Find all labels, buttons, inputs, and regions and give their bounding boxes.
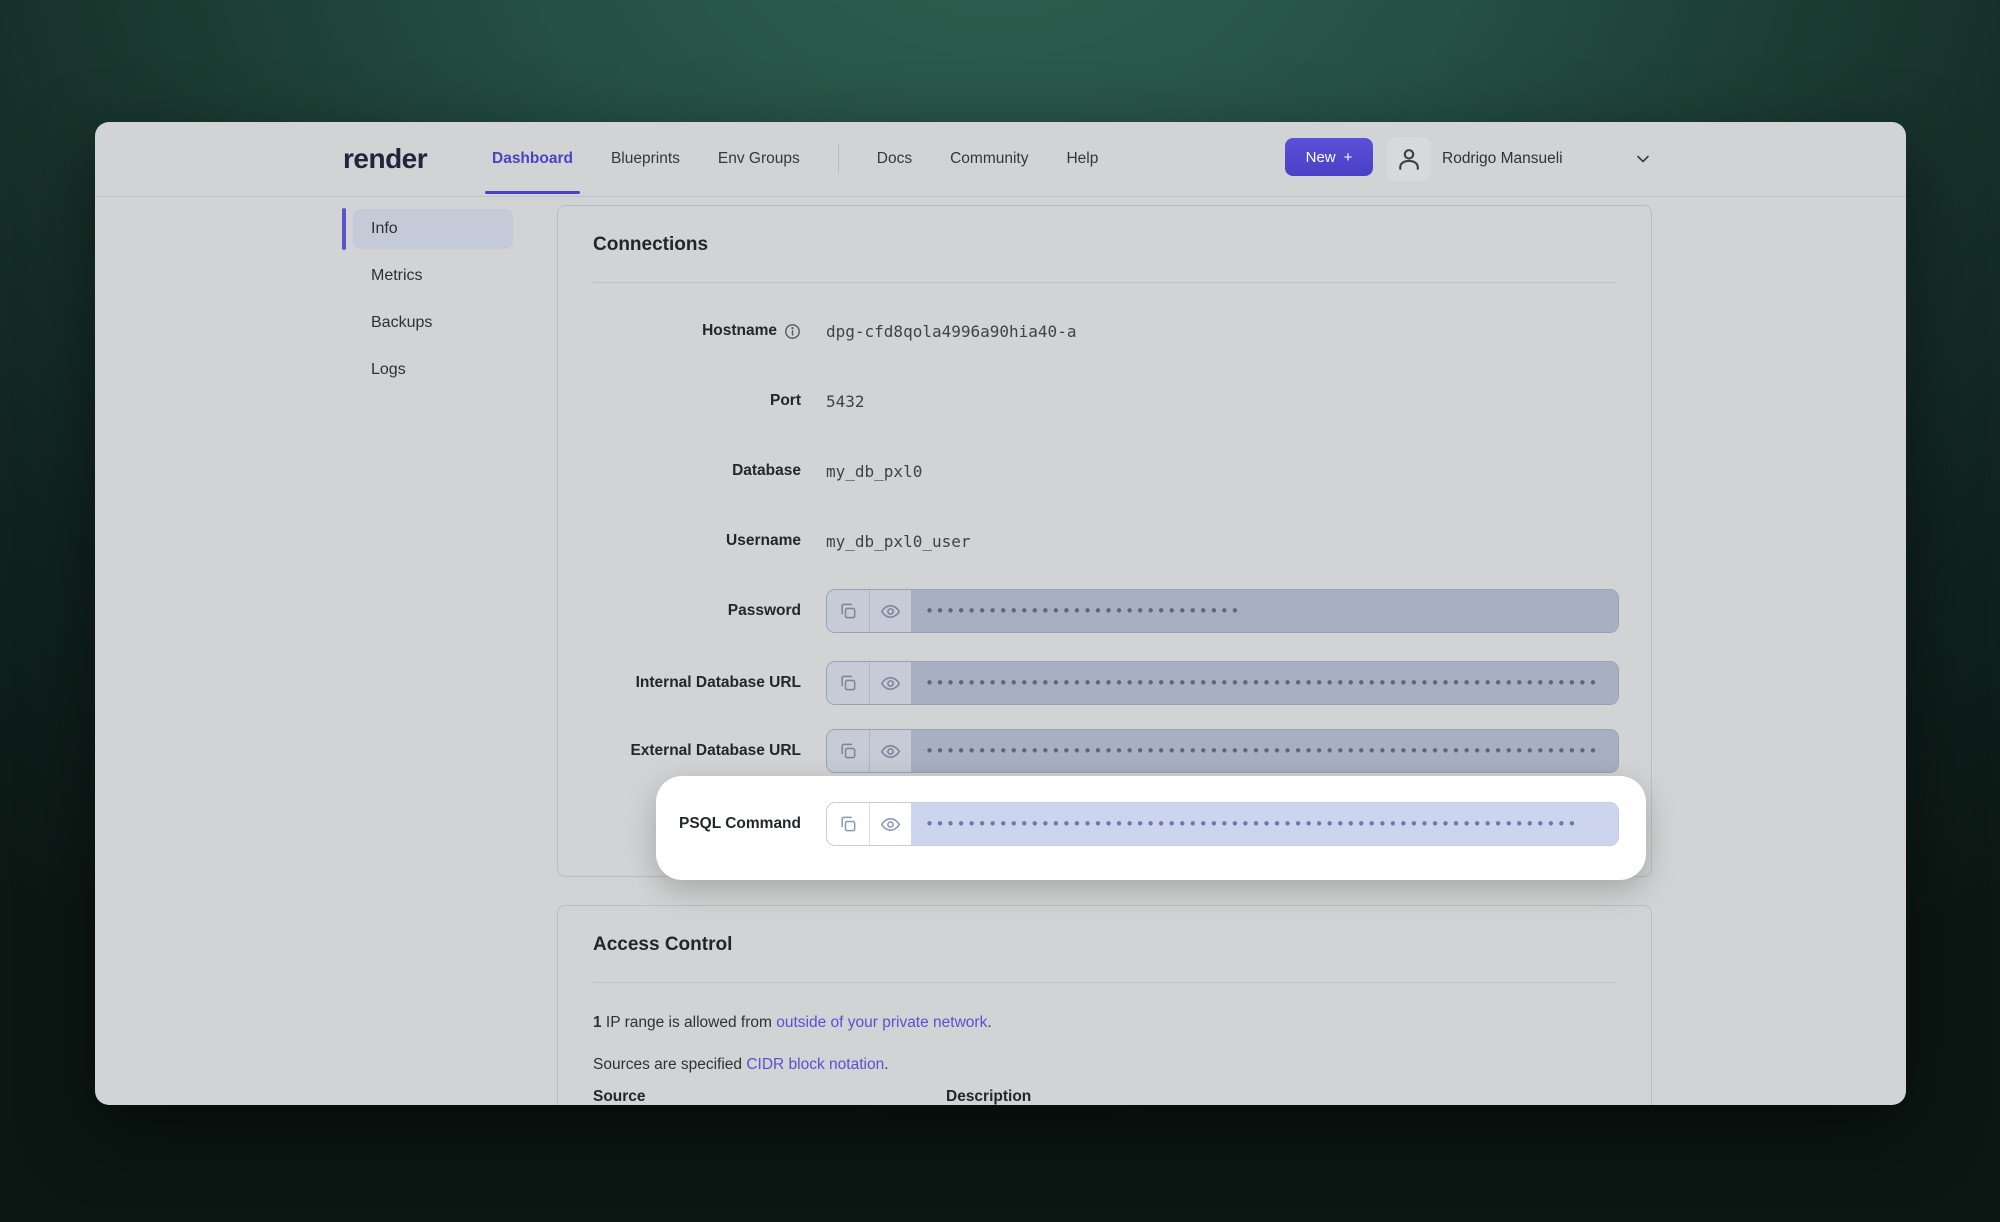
- database-row: Database my_db_pxl0: [558, 449, 1651, 493]
- internal-url-row: Internal Database URL ••••••••••••••••••…: [558, 661, 1651, 705]
- psql-command-masked-value[interactable]: ••••••••••••••••••••••••••••••••••••••••…: [911, 803, 1618, 845]
- password-row: Password ••••••••••••••••••••••••••••••: [558, 589, 1651, 633]
- info-icon[interactable]: [784, 323, 801, 340]
- connections-divider: [593, 282, 1616, 283]
- eye-icon[interactable]: [869, 803, 911, 845]
- external-url-masked-value[interactable]: ••••••••••••••••••••••••••••••••••••••••…: [911, 730, 1618, 772]
- username-label: Username: [726, 532, 801, 550]
- port-label: Port: [770, 392, 801, 410]
- external-url-label: External Database URL: [630, 742, 801, 760]
- avatar[interactable]: [1387, 137, 1431, 181]
- ip-range-text: 1 IP range is allowed from outside of yo…: [593, 1014, 992, 1032]
- username-value: my_db_pxl0_user: [826, 532, 971, 551]
- ip-count: 1: [593, 1014, 602, 1031]
- sidebar-item-label: Logs: [371, 361, 406, 379]
- psql-command-label: PSQL Command: [679, 815, 801, 833]
- port-value: 5432: [826, 392, 865, 411]
- copy-icon[interactable]: [827, 803, 869, 845]
- hostname-row: Hostname dpg-cfd8qola4996a90hia40-a: [558, 309, 1651, 353]
- password-field: ••••••••••••••••••••••••••••••: [826, 589, 1619, 633]
- psql-command-row: PSQL Command •••••••••••••••••••••••••••…: [558, 802, 1651, 846]
- internal-url-label: Internal Database URL: [636, 674, 801, 692]
- sources-text: Sources are specified CIDR block notatio…: [593, 1056, 889, 1074]
- database-label: Database: [732, 462, 801, 480]
- nav-separator: [838, 144, 839, 174]
- plus-icon: +: [1344, 149, 1353, 166]
- password-masked-value[interactable]: ••••••••••••••••••••••••••••••: [911, 590, 1618, 632]
- private-network-link[interactable]: outside of your private network: [776, 1014, 987, 1031]
- sidebar-item-metrics[interactable]: Metrics: [353, 256, 513, 296]
- app-window: render Dashboard Blueprints Env Groups D…: [95, 122, 1906, 1105]
- internal-url-field: ••••••••••••••••••••••••••••••••••••••••…: [826, 661, 1619, 705]
- psql-command-field: ••••••••••••••••••••••••••••••••••••••••…: [826, 802, 1619, 846]
- sidebar-item-info[interactable]: Info: [353, 209, 513, 249]
- user-icon: [1395, 145, 1423, 173]
- eye-icon[interactable]: [869, 590, 911, 632]
- sidebar-item-label: Backups: [371, 314, 432, 332]
- sidebar-item-label: Info: [371, 220, 398, 238]
- copy-icon[interactable]: [827, 730, 869, 772]
- new-button-label: New: [1306, 149, 1336, 166]
- top-nav: render Dashboard Blueprints Env Groups D…: [95, 122, 1906, 196]
- access-control-divider: [593, 982, 1616, 983]
- database-value: my_db_pxl0: [826, 462, 922, 481]
- external-url-row: External Database URL ••••••••••••••••••…: [558, 729, 1651, 773]
- user-name[interactable]: Rodrigo Mansueli: [1442, 122, 1563, 196]
- hostname-value: dpg-cfd8qola4996a90hia40-a: [826, 322, 1076, 341]
- nav-divider: [95, 196, 1906, 197]
- sidebar-item-logs[interactable]: Logs: [353, 350, 513, 390]
- hostname-label: Hostname: [702, 322, 777, 340]
- port-row: Port 5432: [558, 379, 1651, 423]
- sidebar-item-label: Metrics: [371, 267, 423, 285]
- nav-item-dashboard[interactable]: Dashboard: [492, 122, 573, 196]
- nav-item-community[interactable]: Community: [950, 122, 1028, 196]
- access-control-card: Access Control 1 IP range is allowed fro…: [557, 905, 1652, 1105]
- access-control-title: Access Control: [593, 934, 732, 956]
- external-url-field: ••••••••••••••••••••••••••••••••••••••••…: [826, 729, 1619, 773]
- nav-menu: Dashboard Blueprints Env Groups Docs Com…: [492, 122, 1098, 196]
- nav-item-blueprints[interactable]: Blueprints: [611, 122, 680, 196]
- nav-item-docs[interactable]: Docs: [877, 122, 912, 196]
- chevron-down-icon[interactable]: [1633, 149, 1653, 169]
- sidebar-active-indicator: [342, 208, 346, 250]
- nav-item-help[interactable]: Help: [1066, 122, 1098, 196]
- connections-title: Connections: [593, 234, 708, 256]
- username-row: Username my_db_pxl0_user: [558, 519, 1651, 563]
- nav-item-env-groups[interactable]: Env Groups: [718, 122, 800, 196]
- password-label: Password: [728, 602, 801, 620]
- sidebar-item-backups[interactable]: Backups: [353, 303, 513, 343]
- eye-icon[interactable]: [869, 662, 911, 704]
- hostname-label-cell: Hostname: [558, 322, 801, 340]
- description-column-header: Description: [946, 1088, 1031, 1105]
- source-column-header: Source: [593, 1088, 646, 1105]
- new-button[interactable]: New +: [1285, 138, 1373, 176]
- copy-icon[interactable]: [827, 590, 869, 632]
- render-logo[interactable]: render: [343, 122, 427, 196]
- cidr-notation-link[interactable]: CIDR block notation: [746, 1056, 884, 1073]
- eye-icon[interactable]: [869, 730, 911, 772]
- internal-url-masked-value[interactable]: ••••••••••••••••••••••••••••••••••••••••…: [911, 662, 1618, 704]
- copy-icon[interactable]: [827, 662, 869, 704]
